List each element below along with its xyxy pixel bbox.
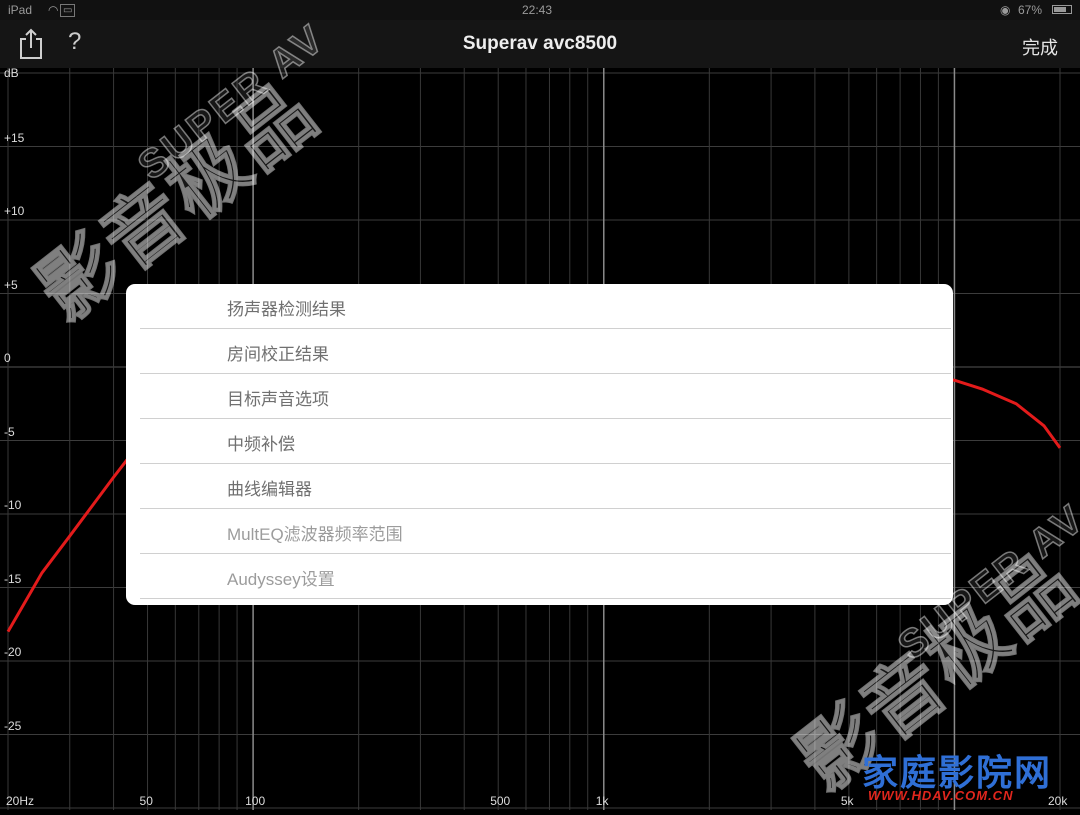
done-button[interactable]: 完成 [1022, 34, 1058, 60]
menu-item-label: Audyssey设置 [227, 570, 335, 589]
x-tick-label: 20k [1048, 794, 1068, 808]
menu-item-speaker-detection[interactable]: 扬声器检测结果 [140, 284, 951, 329]
page-title: Superav avc8500 [462, 33, 618, 54]
x-tick-label: 500 [490, 794, 511, 808]
battery-percent: 67% [1018, 3, 1043, 17]
y-tick-label: +15 [4, 130, 25, 145]
rotation-lock-icon: ◉ [1000, 3, 1011, 17]
y-tick-label: +10 [4, 204, 25, 218]
menu-item-audyssey-settings[interactable]: Audyssey设置 [140, 554, 951, 599]
wifi-icon: ◠ [48, 3, 59, 17]
x-tick-label: 1k [595, 794, 609, 808]
menu-item-room-correction[interactable]: 房间校正结果 [140, 329, 951, 374]
x-tick-label: 20Hz [6, 794, 35, 808]
menu-item-label: 中频补偿 [227, 435, 295, 454]
menu-item-label: 曲线编辑器 [227, 480, 312, 499]
menu-item-label: 房间校正结果 [227, 345, 329, 364]
lock-icon: ▭ [60, 4, 76, 17]
menu-item-label: 目标声音选项 [227, 390, 329, 409]
nav-bar: ? Superav avc8500 完成 [0, 20, 1080, 68]
x-tick-label: 50 [139, 794, 153, 808]
y-tick-label: -10 [4, 498, 22, 512]
y-axis-unit: dB [4, 66, 19, 80]
menu-item-midrange-compensation[interactable]: 中频补偿 [140, 419, 951, 464]
battery-icon [1052, 5, 1072, 14]
menu-item-target-curve[interactable]: 目标声音选项 [140, 374, 951, 419]
settings-menu: 扬声器检测结果 房间校正结果 目标声音选项 中频补偿 曲线编辑器 MultEQ滤… [126, 284, 953, 605]
y-tick-label: -25 [4, 718, 22, 733]
site-url: WWW.HDAV.COM.CN [868, 788, 1014, 803]
y-tick-label: -15 [4, 571, 22, 586]
status-time: 22:43 [522, 3, 553, 17]
device-name: iPad [8, 3, 33, 17]
y-tick-label: +5 [4, 277, 18, 292]
menu-item-label: 扬声器检测结果 [227, 300, 346, 319]
y-tick-label: -5 [4, 424, 15, 439]
menu-item-multeq-filter-range[interactable]: MultEQ滤波器频率范围 [140, 509, 951, 554]
status-bar: iPad ◠ ▭ 22:43 ◉ 67% [0, 0, 1080, 20]
y-tick-label: 0 [4, 351, 11, 365]
menu-item-label: MultEQ滤波器频率范围 [227, 525, 403, 544]
menu-item-curve-editor[interactable]: 曲线编辑器 [140, 464, 951, 509]
x-tick-label: 100 [245, 794, 266, 808]
y-tick-label: -20 [4, 645, 22, 659]
